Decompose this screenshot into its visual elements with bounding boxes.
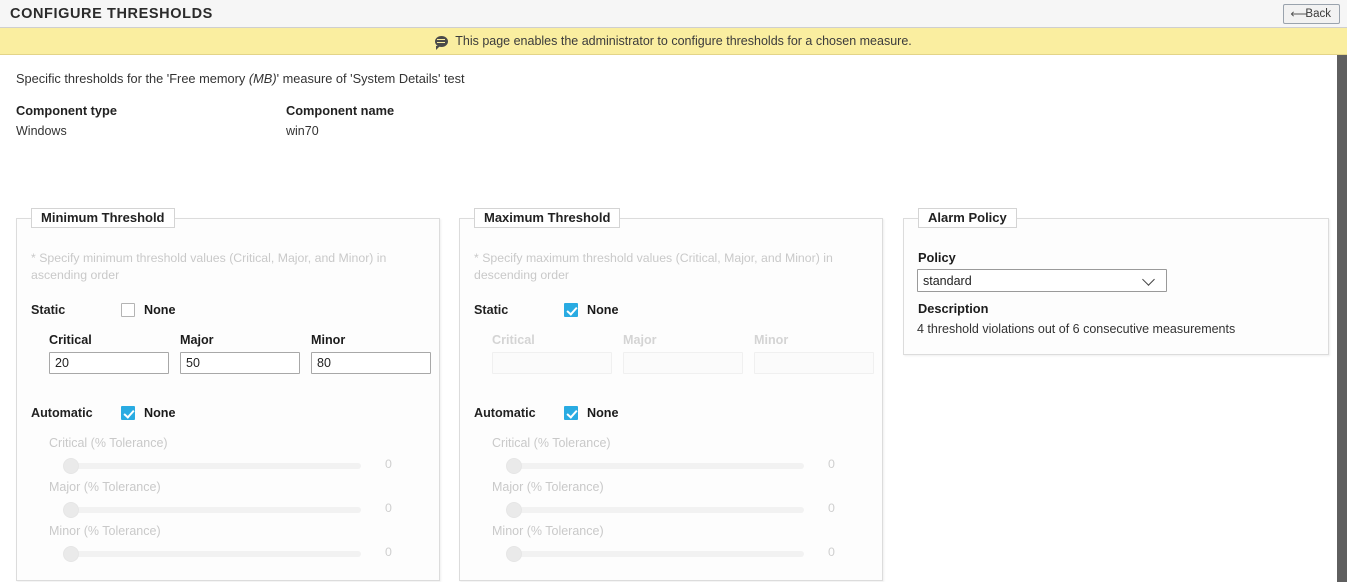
- maximum-critical-label: Critical: [492, 333, 535, 347]
- description-label: Description: [918, 301, 989, 316]
- page-title: CONFIGURE THRESHOLDS: [10, 5, 213, 22]
- minimum-minor-input[interactable]: [311, 352, 431, 374]
- minimum-minor-tolerance-label: Minor (% Tolerance): [49, 524, 161, 538]
- minimum-threshold-hint: * Specify minimum threshold values (Crit…: [31, 251, 387, 282]
- page-body: Specific thresholds for the 'Free memory…: [0, 55, 1337, 582]
- minimum-static-none-checkbox[interactable]: [121, 303, 135, 317]
- speech-bubble-icon: [435, 35, 449, 50]
- left-arrow-icon: ⟵: [1290, 6, 1308, 21]
- maximum-major-tolerance-value: 0: [828, 501, 835, 515]
- minimum-critical-tolerance-label: Critical (% Tolerance): [49, 436, 168, 450]
- minimum-tolerance-sliders: Critical (% Tolerance) 0 Major (% Tolera…: [49, 436, 441, 568]
- minimum-major-input[interactable]: [180, 352, 300, 374]
- maximum-major-tolerance-handle[interactable]: [506, 502, 522, 518]
- minimum-critical-input[interactable]: [49, 352, 169, 374]
- maximum-minor-tolerance-handle[interactable]: [506, 546, 522, 562]
- maximum-major-tolerance-label: Major (% Tolerance): [492, 480, 604, 494]
- info-banner: This page enables the administrator to c…: [0, 28, 1347, 55]
- minimum-minor-tolerance-value: 0: [385, 545, 392, 559]
- maximum-static-row: Static None: [474, 301, 618, 319]
- maximum-minor-field-group: Minor: [754, 333, 874, 374]
- minimum-automatic-label: Automatic: [31, 406, 93, 420]
- maximum-critical-input: [492, 352, 612, 374]
- minimum-critical-tolerance-handle[interactable]: [63, 458, 79, 474]
- maximum-minor-tolerance-row: Minor (% Tolerance) 0: [492, 524, 884, 568]
- info-banner-message: This page enables the administrator to c…: [455, 34, 912, 48]
- title-bar: CONFIGURE THRESHOLDS ⟵ Back: [0, 0, 1347, 28]
- maximum-automatic-none-checkbox[interactable]: [564, 406, 578, 420]
- maximum-threshold-hint: * Specify maximum threshold values (Crit…: [474, 251, 833, 282]
- maximum-static-none-checkbox[interactable]: [564, 303, 578, 317]
- maximum-minor-tolerance-value: 0: [828, 545, 835, 559]
- minimum-critical-label: Critical: [49, 333, 92, 347]
- policy-label: Policy: [918, 250, 956, 265]
- minimum-static-none-label: None: [144, 303, 176, 317]
- component-name-value: win70: [286, 124, 319, 138]
- minimum-major-tolerance-track[interactable]: [65, 507, 361, 513]
- maximum-minor-tolerance-label: Minor (% Tolerance): [492, 524, 604, 538]
- component-name-label: Component name: [286, 103, 395, 118]
- alarm-policy-legend: Alarm Policy: [918, 208, 1017, 228]
- maximum-threshold-panel: Maximum Threshold * Specify maximum thre…: [459, 208, 884, 581]
- maximum-threshold-legend: Maximum Threshold: [474, 208, 621, 228]
- measure-unit: (MB): [248, 71, 277, 86]
- maximum-minor-label: Minor: [754, 333, 789, 347]
- minimum-automatic-none-label: None: [144, 406, 176, 420]
- component-type-label: Component type: [16, 103, 117, 118]
- minimum-critical-tolerance-track[interactable]: [65, 463, 361, 469]
- minimum-static-label: Static: [31, 303, 66, 317]
- maximum-major-tolerance-track[interactable]: [508, 507, 804, 513]
- configure-thresholds-page: CONFIGURE THRESHOLDS ⟵ Back This page en…: [0, 0, 1347, 582]
- minimum-major-tolerance-handle[interactable]: [63, 502, 79, 518]
- maximum-tolerance-sliders: Critical (% Tolerance) 0 Major (% Tolera…: [492, 436, 884, 568]
- maximum-automatic-row: Automatic None: [474, 404, 618, 422]
- minimum-major-tolerance-value: 0: [385, 501, 392, 515]
- minimum-major-field-group: Major: [180, 333, 300, 374]
- maximum-major-label: Major: [623, 333, 657, 347]
- minimum-minor-tolerance-track[interactable]: [65, 551, 361, 557]
- right-rail: [1337, 55, 1347, 582]
- minimum-major-tolerance-row: Major (% Tolerance) 0: [49, 480, 441, 524]
- maximum-critical-tolerance-value: 0: [828, 457, 835, 471]
- maximum-critical-field-group: Critical: [492, 333, 612, 374]
- maximum-static-label: Static: [474, 303, 509, 317]
- minimum-minor-field-group: Minor: [311, 333, 431, 374]
- minimum-major-label: Major: [180, 333, 214, 347]
- minimum-critical-field-group: Critical: [49, 333, 169, 374]
- minimum-automatic-row: Automatic None: [31, 404, 175, 422]
- maximum-critical-tolerance-label: Critical (% Tolerance): [492, 436, 611, 450]
- minimum-major-tolerance-label: Major (% Tolerance): [49, 480, 161, 494]
- description-value: 4 threshold violations out of 6 consecut…: [917, 322, 1236, 336]
- maximum-automatic-none-label: None: [587, 406, 619, 420]
- maximum-static-none-label: None: [587, 303, 619, 317]
- minimum-minor-tolerance-handle[interactable]: [63, 546, 79, 562]
- measure-summary: Specific thresholds for the 'Free memory…: [16, 71, 465, 86]
- maximum-critical-tolerance-track[interactable]: [508, 463, 804, 469]
- maximum-critical-tolerance-row: Critical (% Tolerance) 0: [492, 436, 884, 480]
- maximum-minor-input: [754, 352, 874, 374]
- measure-summary-prefix: Specific thresholds for the 'Free memory: [16, 71, 249, 86]
- maximum-minor-tolerance-track[interactable]: [508, 551, 804, 557]
- minimum-minor-tolerance-row: Minor (% Tolerance) 0: [49, 524, 441, 568]
- measure-summary-suffix: ' measure of 'System Details' test: [276, 71, 465, 86]
- maximum-major-tolerance-row: Major (% Tolerance) 0: [492, 480, 884, 524]
- minimum-critical-tolerance-value: 0: [385, 457, 392, 471]
- maximum-critical-tolerance-handle[interactable]: [506, 458, 522, 474]
- maximum-major-input: [623, 352, 743, 374]
- back-button-label: Back: [1305, 8, 1331, 20]
- alarm-policy-panel: Alarm Policy Policy standard Description…: [903, 208, 1329, 355]
- maximum-automatic-label: Automatic: [474, 406, 536, 420]
- minimum-minor-label: Minor: [311, 333, 346, 347]
- minimum-automatic-none-checkbox[interactable]: [121, 406, 135, 420]
- minimum-threshold-panel: Minimum Threshold * Specify minimum thre…: [16, 208, 441, 581]
- minimum-static-row: Static None: [31, 301, 175, 319]
- minimum-critical-tolerance-row: Critical (% Tolerance) 0: [49, 436, 441, 480]
- back-button[interactable]: ⟵ Back: [1283, 4, 1340, 24]
- policy-select[interactable]: standard: [917, 269, 1167, 292]
- component-type-value: Windows: [16, 124, 67, 138]
- minimum-threshold-legend: Minimum Threshold: [31, 208, 175, 228]
- maximum-major-field-group: Major: [623, 333, 743, 374]
